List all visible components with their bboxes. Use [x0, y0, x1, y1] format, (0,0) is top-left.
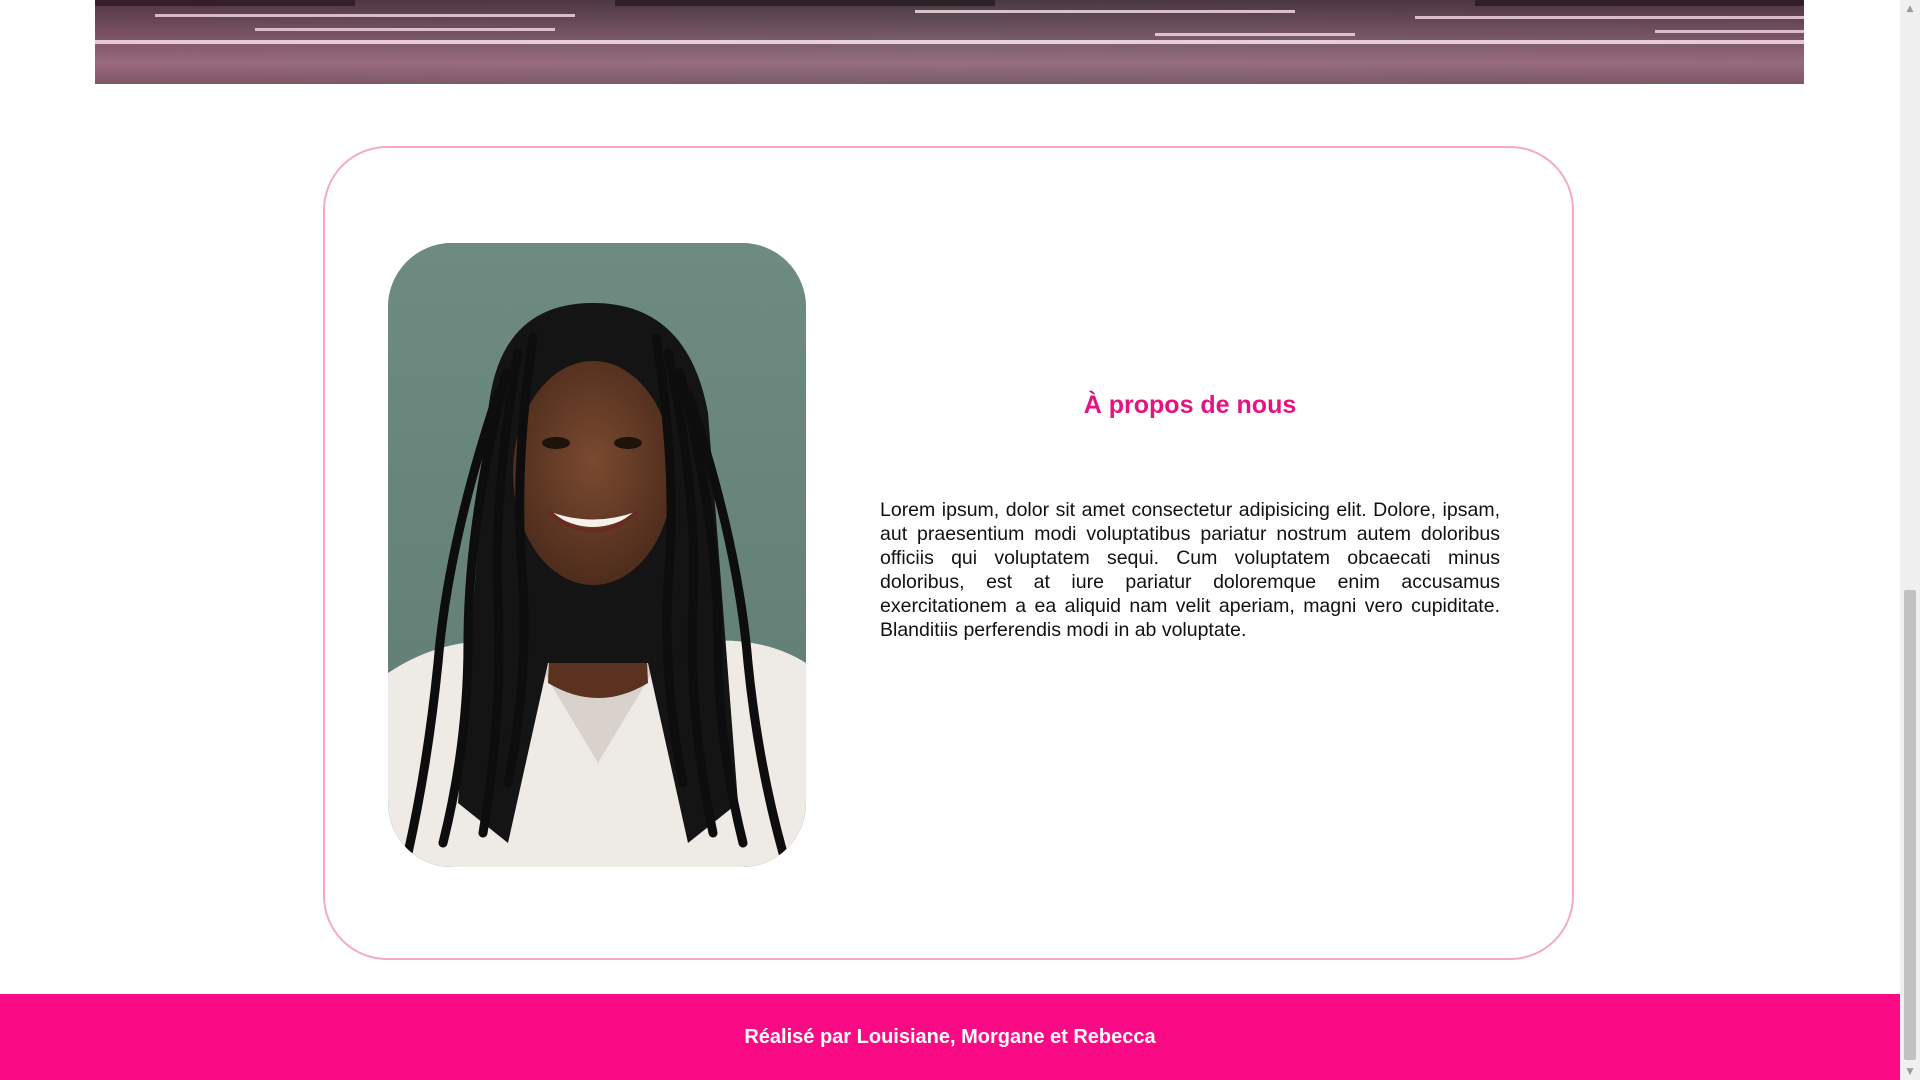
footer-credit: Réalisé par Louisiane, Morgane et Rebecc…: [744, 1025, 1156, 1048]
about-card: À propos de nous Lorem ipsum, dolor sit …: [323, 146, 1574, 960]
vertical-scrollbar[interactable]: ▲ ▼: [1900, 0, 1920, 1080]
team-member-portrait: [388, 243, 806, 867]
triangle-down-icon[interactable]: ▼: [1900, 1063, 1920, 1080]
about-text-block: À propos de nous Lorem ipsum, dolor sit …: [880, 388, 1500, 642]
about-title: À propos de nous: [1083, 391, 1297, 419]
about-description: Lorem ipsum, dolor sit amet consectetur …: [880, 499, 1500, 641]
page: À propos de nous Lorem ipsum, dolor sit …: [0, 0, 1900, 1080]
site-footer: Réalisé par Louisiane, Morgane et Rebecc…: [0, 994, 1900, 1080]
street-banner-image: [95, 0, 1804, 84]
triangle-up-icon[interactable]: ▲: [1900, 0, 1920, 17]
scrollbar-thumb[interactable]: [1904, 590, 1916, 1060]
